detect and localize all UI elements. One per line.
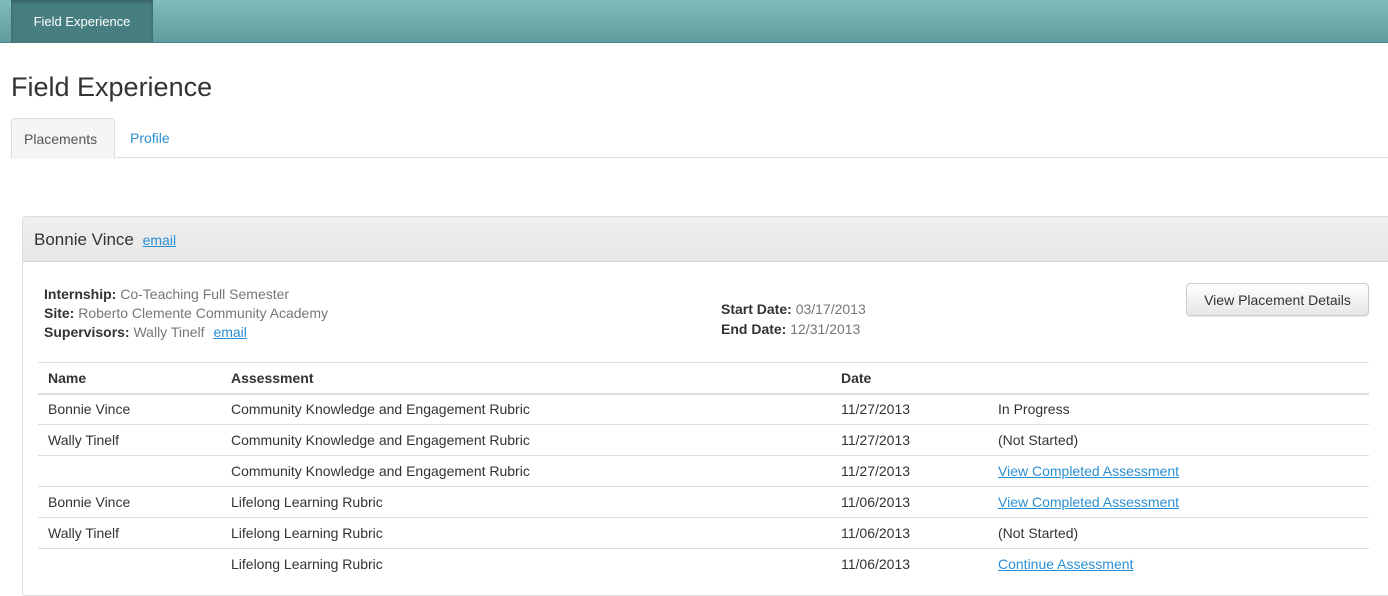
cell-name [38,455,221,487]
column-header-status [988,362,1369,395]
table-row: Bonnie Vince Lifelong Learning Rubric 11/0… [38,486,1369,518]
cell-name: Bonnie Vince [38,393,221,425]
supervisors-label: Supervisors: [44,324,130,340]
column-header-assessment: Assessment [221,362,831,395]
assessments-table: Name Assessment Date Bonnie Vince Communi… [38,362,1369,580]
assessment-action-link[interactable]: View Completed Assessment [998,463,1179,479]
cell-name: Wally Tinelf [38,424,221,456]
site-label: Site: [44,305,75,321]
cell-status: (Not Started) [988,424,1369,456]
table-row: Lifelong Learning Rubric 11/06/2013 Contin… [38,548,1369,580]
placement-info: Internship: Co-Teaching Full Semester Si… [44,285,328,342]
end-date-value: 12/31/2013 [790,321,861,337]
start-date-value: 03/17/2013 [795,301,866,317]
supervisor-email-link[interactable]: email [213,324,246,340]
column-header-name: Name [38,362,221,395]
assessment-status: (Not Started) [998,432,1079,448]
assessment-action-link[interactable]: View Completed Assessment [998,494,1179,510]
tab-profile[interactable]: Profile [116,118,184,158]
placement-heading: Bonnie Vince email [23,217,1388,262]
internship-row: Internship: Co-Teaching Full Semester [44,285,328,304]
cell-assessment: Community Knowledge and Engagement Rubri… [221,455,831,487]
column-header-date: Date [831,362,988,395]
cell-date: 11/27/2013 [831,393,988,425]
cell-assessment: Lifelong Learning Rubric [221,548,831,580]
cell-assessment: Lifelong Learning Rubric [221,517,831,549]
cell-name [38,548,221,580]
cell-assessment: Lifelong Learning Rubric [221,486,831,518]
view-placement-details-button[interactable]: View Placement Details [1186,283,1369,316]
cell-name: Wally Tinelf [38,517,221,549]
internship-label: Internship: [44,286,117,302]
tab-placements[interactable]: Placements [11,118,115,159]
cell-assessment: Community Knowledge and Engagement Rubri… [221,393,831,425]
page-title: Field Experience [11,72,213,102]
placement-dates: Start Date: 03/17/2013 End Date: 12/31/2… [721,299,866,339]
cell-status: (Not Started) [988,517,1369,549]
cell-status: Continue Assessment [988,548,1369,580]
assessments-table-body: Bonnie Vince Community Knowledge and Enga… [38,393,1369,580]
start-date-row: Start Date: 03/17/2013 [721,299,866,319]
site-value: Roberto Clemente Community Academy [78,305,329,321]
cell-date: 11/06/2013 [831,517,988,549]
table-header-row: Name Assessment Date [38,362,1369,395]
internship-value: Co-Teaching Full Semester [120,286,290,302]
end-date-row: End Date: 12/31/2013 [721,319,866,339]
assessment-action-link[interactable]: Continue Assessment [998,556,1133,572]
cell-date: 11/27/2013 [831,424,988,456]
cell-status: View Completed Assessment [988,486,1369,518]
student-name: Bonnie Vince [34,230,134,249]
table-row: Wally Tinelf Community Knowledge and Enga… [38,424,1369,456]
end-date-label: End Date: [721,321,787,337]
table-row: Community Knowledge and Engagement Rubri… [38,455,1369,487]
top-navbar: Field Experience [0,0,1388,43]
site-row: Site: Roberto Clemente Community Academy [44,304,328,323]
nav-item-field-experience[interactable]: Field Experience [11,0,153,43]
cell-status: In Progress [988,393,1369,425]
cell-status: View Completed Assessment [988,455,1369,487]
cell-date: 11/27/2013 [831,455,988,487]
cell-date: 11/06/2013 [831,486,988,518]
start-date-label: Start Date: [721,301,792,317]
table-row: Wally Tinelf Lifelong Learning Rubric 11/0… [38,517,1369,549]
supervisors-value: Wally Tinelf [133,324,205,340]
tab-bar: Placements Profile [11,118,1388,159]
supervisors-row: Supervisors: Wally Tinelf email [44,323,328,342]
assessment-status: In Progress [998,401,1070,418]
table-row: Bonnie Vince Community Knowledge and Enga… [38,393,1369,425]
cell-name: Bonnie Vince [38,486,221,518]
placement-panel: Bonnie Vince email Internship: Co-Teachi… [22,216,1388,596]
assessment-status: (Not Started) [998,525,1079,541]
cell-date: 11/06/2013 [831,548,988,580]
cell-assessment: Community Knowledge and Engagement Rubri… [221,424,831,456]
student-email-link[interactable]: email [143,232,176,248]
